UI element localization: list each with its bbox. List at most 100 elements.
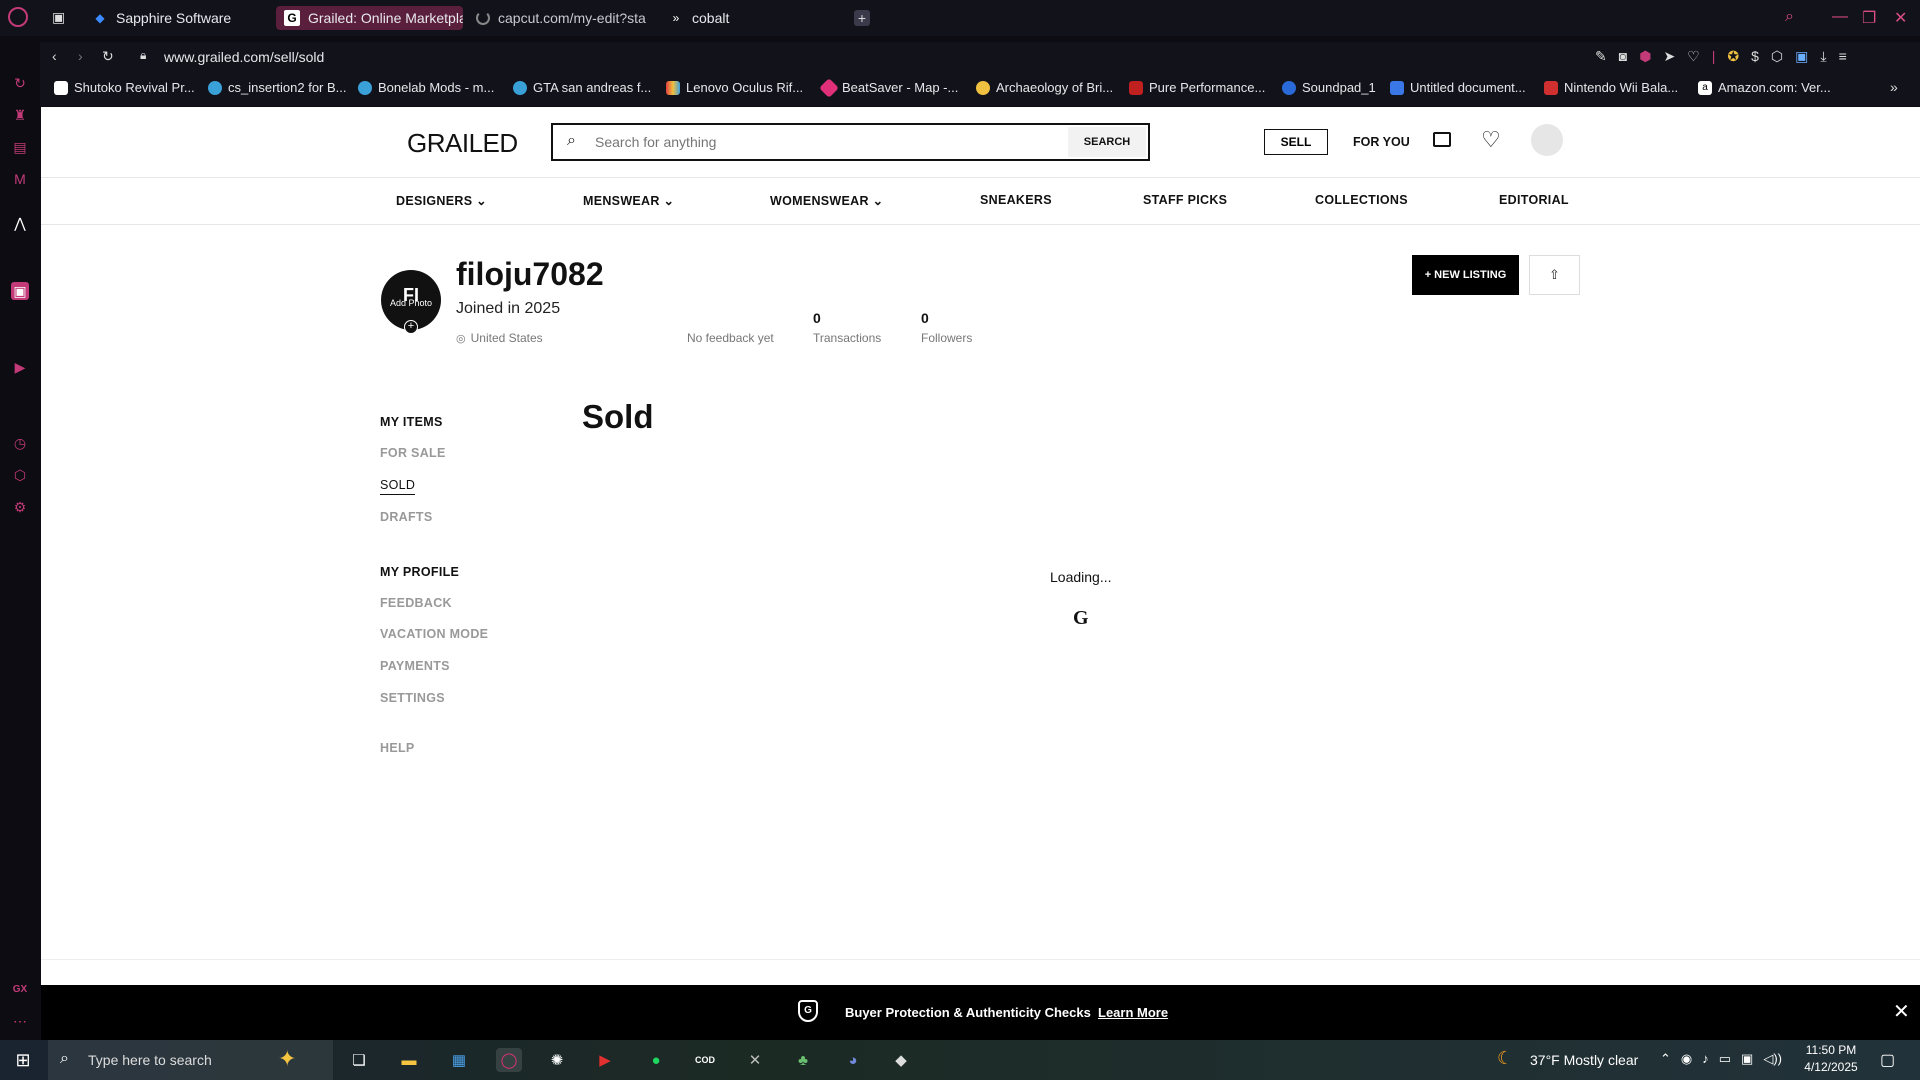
task-view-icon[interactable]: ❏ [346,1048,372,1072]
new-listing-button[interactable]: + NEW LISTING [1412,255,1519,295]
roblox-icon[interactable]: ◆ [888,1048,914,1072]
call-of-duty-icon[interactable]: COD [692,1048,718,1072]
back-icon[interactable]: ‹ [52,48,57,64]
dollar-icon[interactable]: $ [1751,48,1759,65]
more-dots-icon[interactable]: ⋯ [11,1012,29,1030]
sidebar-item-vacation-mode[interactable]: VACATION MODE [380,627,488,641]
profile-avatar[interactable]: FI Add Photo + [381,270,441,334]
followers-label[interactable]: Followers [921,331,972,345]
sidebar-item-payments[interactable]: PAYMENTS [380,659,450,673]
gx-label-icon[interactable]: GX [11,980,29,998]
tab-capcut[interactable]: capcut.com/my-edit?start [476,6,646,30]
plus-icon[interactable]: + [404,320,418,334]
sidebar-item-sold[interactable]: SOLD [380,478,416,495]
taskbar-search-box[interactable]: ⌕ Type here to search ✦ [48,1040,333,1080]
url-field[interactable]: www.grailed.com/sell/sold [164,49,324,65]
sidebar-item-settings[interactable]: SETTINGS [380,691,445,705]
gx-corner-icon[interactable]: ↻ [11,74,29,92]
for-you-link[interactable]: FOR YOU [1353,135,1410,149]
weather-text[interactable]: 37°F Mostly clear [1530,1052,1638,1068]
menu-icon[interactable]: ≡ [1839,48,1847,65]
messages-icon[interactable] [1433,132,1451,147]
search-input[interactable] [593,131,977,153]
heart-icon[interactable]: ♡ [1687,48,1700,65]
bookmark-item[interactable]: Archaeology of Bri... [976,80,1113,95]
nav-collections[interactable]: COLLECTIONS [1315,193,1408,207]
bookmark-item[interactable]: Lenovo Oculus Rif... [666,80,803,95]
camera-icon[interactable]: ◙ [1619,48,1627,65]
bookmark-item[interactable]: GTA san andreas f... [513,80,651,95]
clock[interactable]: 11:50 PM 4/12/2025 [1796,1043,1866,1074]
maximize-icon[interactable]: ❐ [1862,8,1876,28]
edit-icon[interactable]: ✎ [1595,48,1607,65]
grailed-logo[interactable]: GRAILED [407,128,518,159]
bookmark-item[interactable]: BeatSaver - Map -... [819,77,958,98]
nav-womenswear[interactable]: WOMENSWEAR ⌄ [770,193,883,208]
network-icon[interactable]: ▭ [1719,1051,1731,1067]
notifications-icon[interactable]: ▢ [1880,1050,1895,1070]
settings-gear-icon[interactable]: ⚙ [11,498,29,516]
favorites-heart-icon[interactable]: ♡ [1481,127,1501,153]
sidebar-item-drafts[interactable]: DRAFTS [380,510,433,524]
app-icon[interactable]: ✺ [544,1048,570,1072]
sidebar-item-for-sale[interactable]: FOR SALE [380,446,446,460]
cube-icon[interactable]: ⬡ [1771,48,1783,65]
bookmark-item[interactable]: Pure Performance... [1129,80,1265,95]
twitch-alt-icon[interactable]: ▤ [11,138,29,156]
tab-grailed[interactable]: G Grailed: Online Marketplac [276,6,463,30]
new-tab-button[interactable]: + [854,10,870,26]
spotify-icon[interactable]: ● [643,1048,669,1072]
search-tabs-icon[interactable]: ⌕ [1785,8,1794,26]
volume-icon[interactable]: ◁)) [1763,1051,1782,1067]
bookmark-item[interactable]: cs_insertion2 for B... [208,80,347,95]
camera-icon[interactable]: ▣ [1741,1051,1753,1067]
messenger-icon[interactable]: M [11,170,29,188]
nav-menswear[interactable]: MENSWEAR ⌄ [583,193,674,208]
vpn-shield-icon[interactable]: ⬢ [1639,48,1651,65]
feedback-summary[interactable]: No feedback yet [687,331,774,345]
chevron-up-icon[interactable]: ⌃ [1660,1051,1671,1067]
nav-sneakers[interactable]: SNEAKERS [980,193,1052,207]
close-banner-icon[interactable]: ✕ [1893,999,1910,1024]
download-icon[interactable]: ⤓ [1820,48,1826,65]
tab-sapphire[interactable]: ◆ Sapphire Software [92,6,272,30]
bookmark-item[interactable]: Untitled document... [1390,80,1526,95]
cake-icon[interactable]: ♜ [11,106,29,124]
tab-cobalt[interactable]: » cobalt [668,6,788,30]
bookmark-item[interactable]: Bonelab Mods - m... [358,80,494,95]
bookmark-item[interactable]: Soundpad_1 [1282,80,1376,95]
record-icon[interactable]: ◉ [1681,1051,1692,1067]
store-icon[interactable]: ▦ [446,1048,472,1072]
extensions-icon[interactable]: ⬡ [11,466,29,484]
windows-start-icon[interactable]: ⊞ [10,1048,36,1072]
tab-island-icon[interactable]: ▣ [52,9,65,26]
forward-icon[interactable]: › [78,48,83,64]
twitch-icon[interactable]: ▣ [11,282,29,300]
microphone-icon[interactable]: ♪ [1702,1051,1709,1067]
minecraft-icon[interactable]: ♣ [790,1048,816,1072]
youtube-icon[interactable]: ▶ [592,1048,618,1072]
search-button[interactable]: SEARCH [1068,127,1146,157]
file-explorer-icon[interactable]: ▬ [396,1048,422,1072]
game-icon[interactable]: ✕ [742,1048,768,1072]
send-icon[interactable]: ➤ [1663,48,1675,65]
bookmark-item[interactable]: a Amazon.com: Ver... [1698,80,1831,95]
close-window-icon[interactable]: ✕ [1894,8,1907,28]
sidebar-item-help[interactable]: HELP [380,741,415,755]
nav-editorial[interactable]: EDITORIAL [1499,193,1569,207]
sidebar-item-feedback[interactable]: FEEDBACK [380,596,452,610]
share-icon[interactable]: ⇧ [1529,255,1580,295]
discord-icon[interactable]: ◕ [840,1048,866,1072]
history-icon[interactable]: ◷ [11,434,29,452]
minimize-icon[interactable]: — [1832,8,1848,26]
bookmark-item[interactable]: Nintendo Wii Bala... [1544,80,1678,95]
medal-icon[interactable]: ✪ [1727,48,1739,65]
nav-staff-picks[interactable]: STAFF PICKS [1143,193,1227,207]
bookmarks-overflow-icon[interactable]: » [1890,79,1898,95]
reload-icon[interactable]: ↻ [102,48,114,65]
learn-more-link[interactable]: Learn More [1098,1005,1168,1020]
nav-designers[interactable]: DESIGNERS ⌄ [396,193,487,208]
sell-button[interactable]: SELL [1264,129,1328,155]
profile-avatar-icon[interactable]: ▣ [1795,48,1808,65]
opera-gx-logo-icon[interactable] [8,7,28,27]
